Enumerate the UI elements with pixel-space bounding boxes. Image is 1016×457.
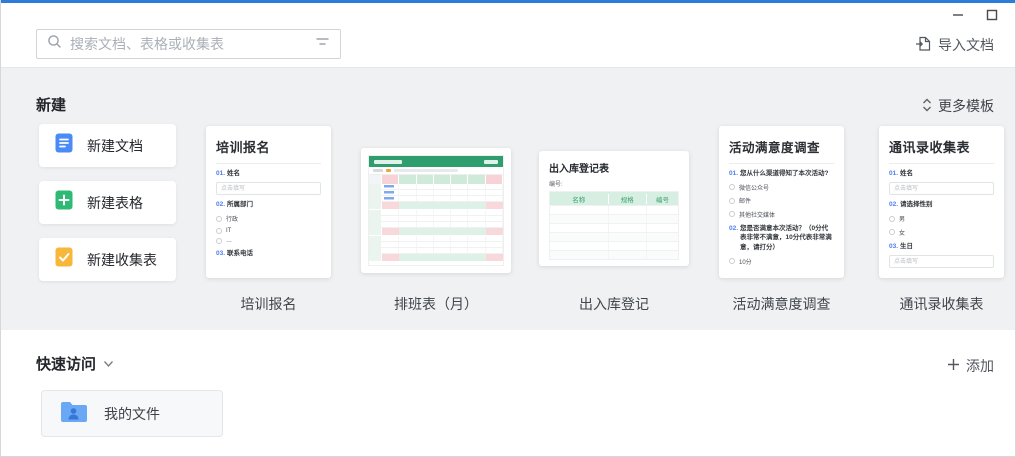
new-section: 新建 更多模板 新建文档 新建表格 新建收集表 培 (1, 67, 1015, 330)
radio-option: 其他社交媒体 (729, 210, 834, 219)
radio-icon (216, 216, 222, 222)
divider (889, 163, 994, 164)
form-input: 点击填写 (889, 255, 994, 268)
radio-icon (729, 211, 735, 217)
template-card-warehouse-register[interactable]: 出入库登记表 编号: 名称 规格 编号 (539, 151, 689, 266)
radio-icon (216, 238, 222, 244)
radio-option: 男 (889, 214, 994, 223)
updown-chevron-icon (922, 98, 932, 115)
divider (216, 163, 321, 164)
new-doc-icon (53, 132, 75, 159)
filter-icon[interactable] (315, 35, 330, 53)
form-input: 点击填写 (889, 182, 994, 195)
template-preview-title: 培训报名 (216, 137, 321, 156)
template-caption[interactable]: 培训报名 (206, 294, 331, 314)
spreadsheet-thumbnail (368, 155, 504, 266)
more-templates-label: 更多模板 (938, 96, 994, 116)
radio-option: IT (216, 228, 321, 234)
radio-option: 行政 (216, 214, 321, 223)
minimize-icon[interactable] (951, 8, 965, 22)
quick-access-title: 快速访问 (36, 353, 96, 374)
radio-icon (729, 198, 735, 204)
quick-access-item-my-files[interactable]: 我的文件 (41, 390, 223, 437)
form-question: 01.您从什么渠道得知了本次活动? (729, 169, 834, 178)
radio-icon (729, 258, 735, 264)
form-question: 02.所属部门 (216, 200, 321, 209)
spreadsheet-titlebar (369, 156, 503, 167)
template-preview-title: 通讯录收集表 (889, 137, 994, 156)
template-card-contact-list[interactable]: 通讯录收集表 01.姓名 点击填写 02.请选择性别 男 女 03.生日 点击填… (879, 126, 1004, 278)
spreadsheet-subtotal-row (369, 254, 503, 262)
add-quick-access-button[interactable]: 添加 (947, 356, 994, 376)
radio-icon (729, 184, 735, 190)
code-label: 编号: (549, 179, 679, 188)
form-question: 03.生日 (889, 242, 994, 251)
template-caption[interactable]: 通讯录收集表 (879, 294, 1004, 314)
divider (729, 163, 834, 164)
app-window: 导入文档 新建 更多模板 新建文档 新建表格 新建收集表 (0, 0, 1016, 457)
form-question: 01.姓名 (889, 169, 994, 178)
form-question: 03.联系电话 (216, 249, 321, 258)
new-form-button[interactable]: 新建收集表 (39, 238, 176, 281)
template-card-shift-schedule[interactable] (361, 148, 511, 273)
template-preview-title: 活动满意度调查 (729, 137, 834, 156)
radio-icon (889, 216, 895, 222)
template-caption[interactable]: 活动满意度调查 (719, 294, 844, 314)
import-doc-label: 导入文档 (938, 35, 994, 55)
preview-table-header: 名称 规格 编号 (550, 192, 678, 205)
radio-icon (889, 229, 895, 235)
form-input: 点击填写 (216, 182, 321, 195)
form-question: 01.姓名 (216, 169, 321, 178)
radio-option: 邮件 (729, 196, 834, 205)
spreadsheet-header-row (369, 175, 503, 184)
import-doc-button[interactable]: 导入文档 (915, 35, 994, 55)
new-doc-button[interactable]: 新建文档 (39, 124, 176, 167)
search-bar[interactable] (36, 29, 341, 59)
radio-icon (216, 228, 222, 234)
search-icon (47, 34, 62, 54)
chevron-down-icon (103, 355, 114, 372)
add-label: 添加 (966, 356, 994, 376)
radio-option: 10分 (729, 257, 834, 266)
preview-table: 名称 规格 编号 (549, 191, 679, 260)
radio-option: 女 (889, 228, 994, 237)
new-form-icon (53, 246, 75, 273)
spreadsheet-subtotal-row (369, 228, 503, 236)
new-doc-label: 新建文档 (87, 136, 143, 156)
my-files-label: 我的文件 (104, 404, 160, 424)
spreadsheet-subtotal-row (369, 202, 503, 210)
form-question: 02.请选择性别 (889, 200, 994, 209)
plus-icon (947, 358, 960, 374)
form-question: 02.您是否满意本次活动？（0分代表非常不满意，10分代表非常满意，请打分） (729, 224, 834, 252)
radio-option: 微信公众号 (729, 183, 834, 192)
import-doc-icon (915, 35, 931, 55)
window-controls (951, 8, 999, 22)
new-section-title: 新建 (36, 94, 66, 115)
template-caption[interactable]: 出入库登记 (539, 294, 689, 314)
template-card-training-signup[interactable]: 培训报名 01.姓名 点击填写 02.所属部门 行政 IT … 03.联系电话 (206, 126, 331, 278)
folder-icon (59, 399, 89, 429)
template-preview-title: 出入库登记表 (549, 160, 679, 175)
window-accent-bar (1, 0, 1015, 3)
template-card-satisfaction-survey[interactable]: 活动满意度调查 01.您从什么渠道得知了本次活动? 微信公众号 邮件 其他社交媒… (719, 126, 844, 278)
new-sheet-button[interactable]: 新建表格 (39, 181, 176, 224)
new-sheet-icon (53, 189, 75, 216)
search-input[interactable] (70, 36, 315, 52)
template-caption[interactable]: 排班表（月） (361, 294, 511, 314)
spreadsheet-toolbar (369, 167, 503, 175)
more-templates-button[interactable]: 更多模板 (922, 96, 994, 116)
new-form-label: 新建收集表 (87, 250, 157, 270)
maximize-icon[interactable] (985, 8, 999, 22)
new-sheet-label: 新建表格 (87, 193, 143, 213)
quick-access-header[interactable]: 快速访问 (36, 353, 114, 374)
radio-option: … (216, 238, 321, 244)
